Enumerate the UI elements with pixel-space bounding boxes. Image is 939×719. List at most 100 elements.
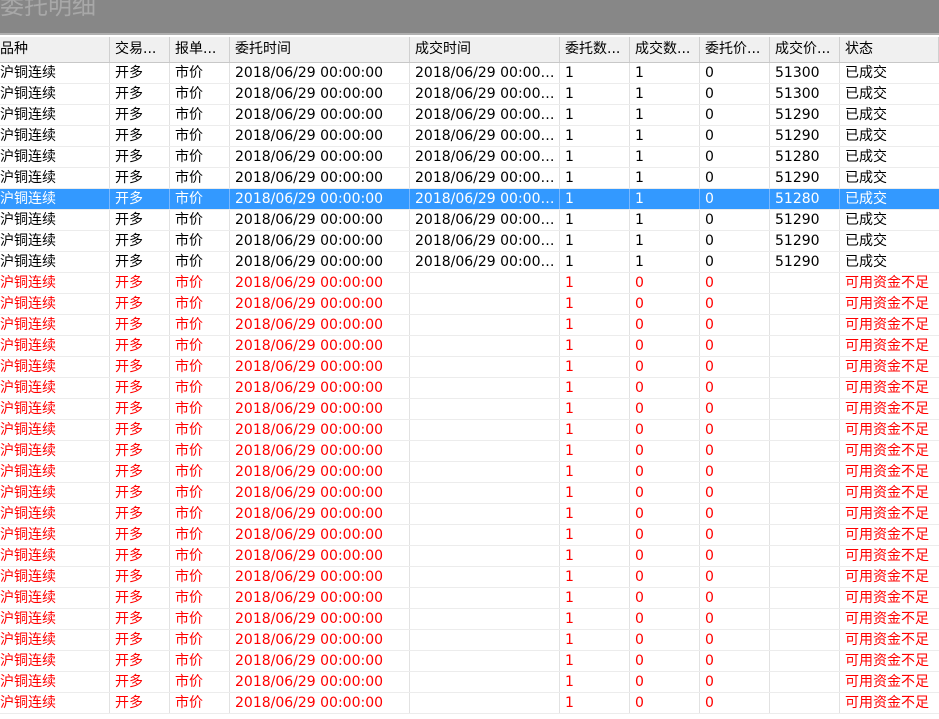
cell-fill-qty: 1 (630, 84, 700, 104)
table-row[interactable]: 沪铜连续 开多 市价 2018/06/29 00:00:00 2018/06/29 00… (0, 147, 939, 168)
cell-status: 可用资金不足 (845, 527, 929, 543)
cell-status: 可用资金不足 (845, 401, 929, 417)
table-row[interactable]: 沪铜连续 开多 市价 2018/06/29 00:00:00 2018/06/29 00… (0, 231, 939, 252)
cell-symbol: 沪铜连续 (0, 630, 110, 650)
cell-status: 可用资金不足 (845, 695, 929, 711)
cell-fill-time (410, 504, 560, 524)
cell-order-qty: 1 (560, 378, 630, 398)
cell-trade-type: 开多 (110, 567, 170, 587)
table-row[interactable]: 沪铜连续 开多 市价 2018/06/29 00:00:00 1 0 0 可用资金不足 (0, 357, 939, 378)
cell-status: 可用资金不足 (845, 338, 929, 354)
cell-order-qty: 1 (560, 294, 630, 314)
cell-order-qty: 1 (560, 420, 630, 440)
cell-order-price: 0 (700, 399, 770, 419)
table-row[interactable]: 沪铜连续 开多 市价 2018/06/29 00:00:00 1 0 0 可用资金不足 (0, 672, 939, 693)
cell-order-time: 2018/06/29 00:00:00 (230, 357, 410, 377)
table-row[interactable]: 沪铜连续 开多 市价 2018/06/29 00:00:00 1 0 0 可用资金不足 (0, 378, 939, 399)
column-header-order-qty[interactable]: 委托数... (560, 37, 630, 62)
table-row[interactable]: 沪铜连续 开多 市价 2018/06/29 00:00:00 1 0 0 可用资金不足 (0, 294, 939, 315)
table-row[interactable]: 沪铜连续 开多 市价 2018/06/29 00:00:00 1 0 0 可用资金不足 (0, 336, 939, 357)
cell-status: 可用资金不足 (845, 422, 929, 438)
cell-trade-type: 开多 (110, 378, 170, 398)
table-row[interactable]: 沪铜连续 开多 市价 2018/06/29 00:00:00 2018/06/29 00… (0, 126, 939, 147)
cell-status: 已成交 (845, 65, 887, 81)
cell-order-type: 市价 (170, 378, 230, 398)
cell-order-qty: 1 (560, 126, 630, 146)
table-row[interactable]: 沪铜连续 开多 市价 2018/06/29 00:00:00 1 0 0 可用资金不足 (0, 399, 939, 420)
cell-fill-time (410, 588, 560, 608)
column-header-status[interactable]: 状态 (840, 37, 939, 62)
cell-order-qty: 1 (560, 147, 630, 167)
cell-trade-type: 开多 (110, 483, 170, 503)
cell-order-type: 市价 (170, 126, 230, 146)
cell-trade-type: 开多 (110, 294, 170, 314)
table-row[interactable]: 沪铜连续 开多 市价 2018/06/29 00:00:00 2018/06/29 00… (0, 63, 939, 84)
table-row[interactable]: 沪铜连续 开多 市价 2018/06/29 00:00:00 1 0 0 可用资金不足 (0, 420, 939, 441)
table-row[interactable]: 沪铜连续 开多 市价 2018/06/29 00:00:00 1 0 0 可用资金不足 (0, 693, 939, 714)
cell-status: 可用资金不足 (845, 548, 929, 564)
cell-fill-qty: 0 (630, 483, 700, 503)
cell-fill-price: 51280 (770, 147, 840, 167)
table-body: 沪铜连续 开多 市价 2018/06/29 00:00:00 2018/06/29 00… (0, 63, 939, 714)
cell-fill-price (770, 315, 840, 335)
cell-status: 可用资金不足 (845, 443, 929, 459)
cell-order-price: 0 (700, 105, 770, 125)
cell-trade-type: 开多 (110, 546, 170, 566)
table-row[interactable]: 沪铜连续 开多 市价 2018/06/29 00:00:00 1 0 0 可用资金不足 (0, 630, 939, 651)
column-header-fill-qty[interactable]: 成交数... (630, 37, 700, 62)
cell-order-type: 市价 (170, 315, 230, 335)
table-row[interactable]: 沪铜连续 开多 市价 2018/06/29 00:00:00 1 0 0 可用资金不足 (0, 525, 939, 546)
cell-fill-qty: 0 (630, 441, 700, 461)
table-row[interactable]: 沪铜连续 开多 市价 2018/06/29 00:00:00 1 0 0 可用资金不足 (0, 651, 939, 672)
table-row[interactable]: 沪铜连续 开多 市价 2018/06/29 00:00:00 2018/06/29 00… (0, 189, 939, 210)
cell-order-time: 2018/06/29 00:00:00 (230, 252, 410, 272)
cell-order-type: 市价 (170, 399, 230, 419)
table-row[interactable]: 沪铜连续 开多 市价 2018/06/29 00:00:00 1 0 0 可用资金不足 (0, 462, 939, 483)
cell-fill-price (770, 588, 840, 608)
cell-symbol: 沪铜连续 (0, 525, 110, 545)
window-title: 委托明细 (0, 0, 96, 20)
cell-symbol: 沪铜连续 (0, 420, 110, 440)
table-row[interactable]: 沪铜连续 开多 市价 2018/06/29 00:00:00 1 0 0 可用资金不足 (0, 441, 939, 462)
cell-symbol: 沪铜连续 (0, 147, 110, 167)
column-header-order-type[interactable]: 报单... (170, 37, 230, 62)
cell-order-time: 2018/06/29 00:00:00 (230, 462, 410, 482)
column-header-fill-price[interactable]: 成交价... (770, 37, 840, 62)
cell-trade-type: 开多 (110, 273, 170, 293)
cell-fill-price: 51290 (770, 252, 840, 272)
cell-order-time: 2018/06/29 00:00:00 (230, 441, 410, 461)
table-row[interactable]: 沪铜连续 开多 市价 2018/06/29 00:00:00 1 0 0 可用资金不足 (0, 504, 939, 525)
cell-fill-qty: 0 (630, 567, 700, 587)
cell-fill-qty: 0 (630, 294, 700, 314)
column-header-symbol[interactable]: 品种 (0, 37, 110, 62)
cell-order-price: 0 (700, 210, 770, 230)
table-row[interactable]: 沪铜连续 开多 市价 2018/06/29 00:00:00 1 0 0 可用资金不足 (0, 609, 939, 630)
column-header-fill-time[interactable]: 成交时间 (410, 37, 560, 62)
table-row[interactable]: 沪铜连续 开多 市价 2018/06/29 00:00:00 1 0 0 可用资金不足 (0, 588, 939, 609)
table-row[interactable]: 沪铜连续 开多 市价 2018/06/29 00:00:00 2018/06/29 00… (0, 168, 939, 189)
column-header-order-price[interactable]: 委托价... (700, 37, 770, 62)
table-row[interactable]: 沪铜连续 开多 市价 2018/06/29 00:00:00 2018/06/29 00… (0, 84, 939, 105)
cell-order-type: 市价 (170, 672, 230, 692)
table-row[interactable]: 沪铜连续 开多 市价 2018/06/29 00:00:00 1 0 0 可用资金不足 (0, 567, 939, 588)
cell-order-time: 2018/06/29 00:00:00 (230, 63, 410, 83)
column-header-order-time[interactable]: 委托时间 (230, 37, 410, 62)
cell-symbol: 沪铜连续 (0, 105, 110, 125)
column-header-trade-type[interactable]: 交易... (110, 37, 170, 62)
cell-fill-qty: 1 (630, 189, 700, 209)
cell-order-price: 0 (700, 420, 770, 440)
table-row[interactable]: 沪铜连续 开多 市价 2018/06/29 00:00:00 1 0 0 可用资金不足 (0, 315, 939, 336)
table-row[interactable]: 沪铜连续 开多 市价 2018/06/29 00:00:00 1 0 0 可用资金不足 (0, 546, 939, 567)
cell-order-price: 0 (700, 357, 770, 377)
table-row[interactable]: 沪铜连续 开多 市价 2018/06/29 00:00:00 1 0 0 可用资金不足 (0, 483, 939, 504)
cell-status: 可用资金不足 (845, 380, 929, 396)
cell-status: 已成交 (845, 86, 887, 102)
table-row[interactable]: 沪铜连续 开多 市价 2018/06/29 00:00:00 1 0 0 可用资金不足 (0, 273, 939, 294)
order-detail-table[interactable]: 品种 交易... 报单... 委托时间 成交时间 委托数... 成交数... 委托价... 成交… (0, 37, 939, 714)
cell-fill-qty: 0 (630, 399, 700, 419)
cell-fill-price: 51290 (770, 168, 840, 188)
cell-order-qty: 1 (560, 525, 630, 545)
table-row[interactable]: 沪铜连续 开多 市价 2018/06/29 00:00:00 2018/06/29 00… (0, 252, 939, 273)
table-row[interactable]: 沪铜连续 开多 市价 2018/06/29 00:00:00 2018/06/29 00… (0, 210, 939, 231)
table-row[interactable]: 沪铜连续 开多 市价 2018/06/29 00:00:00 2018/06/29 00… (0, 105, 939, 126)
